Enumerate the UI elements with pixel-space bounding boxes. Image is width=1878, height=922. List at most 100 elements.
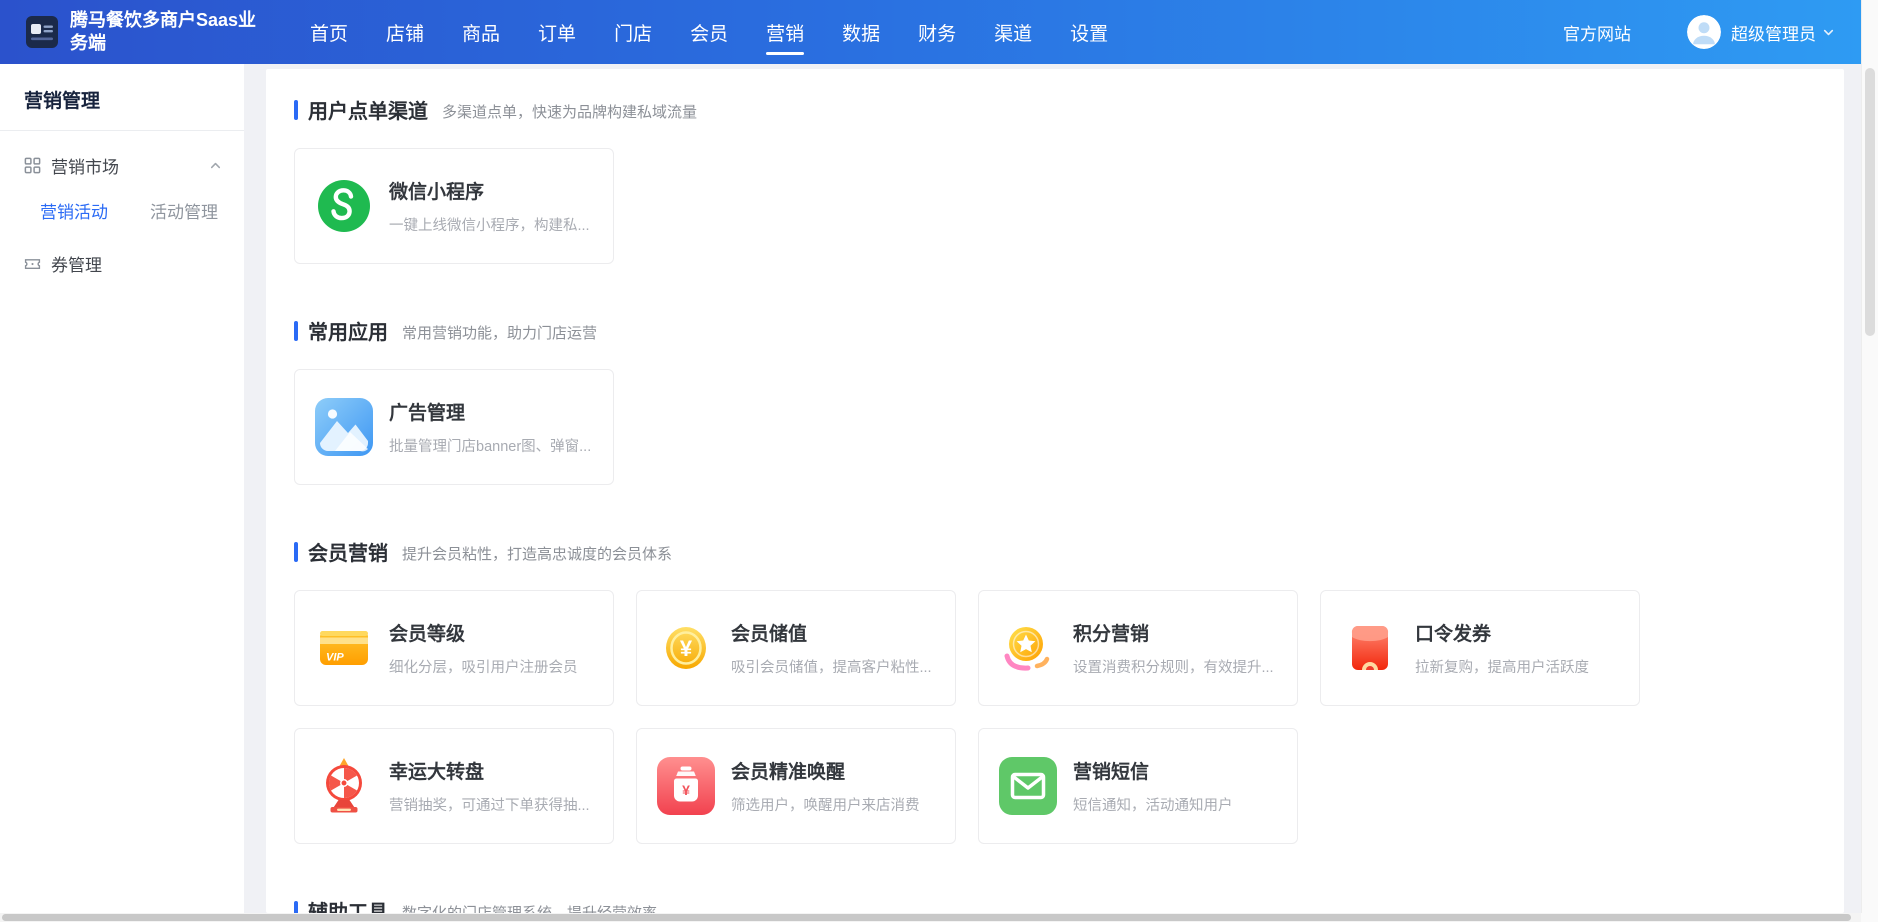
sections: 用户点单渠道多渠道点单，快速为品牌构建私域流量微信小程序一键上线微信小程序，构建… <box>294 95 1816 913</box>
app-card-sms-marketing[interactable]: 营销短信短信通知，活动通知用户 <box>978 728 1298 844</box>
svg-text:VIP: VIP <box>326 652 344 664</box>
app-card-desc: 吸引会员储值，提高客户粘性... <box>731 656 932 677</box>
app-card-text: 会员等级细化分层，吸引用户注册会员 <box>389 619 578 677</box>
app-card-text: 幸运大转盘营销抽奖，可通过下单获得抽... <box>389 757 590 815</box>
app-card-text: 微信小程序一键上线微信小程序，构建私... <box>389 177 590 235</box>
section-order-channel: 用户点单渠道多渠道点单，快速为品牌构建私域流量微信小程序一键上线微信小程序，构建… <box>294 95 1816 264</box>
section-header: 用户点单渠道多渠道点单，快速为品牌构建私域流量 <box>294 95 1816 124</box>
content-panel: 用户点单渠道多渠道点单，快速为品牌构建私域流量微信小程序一键上线微信小程序，构建… <box>266 69 1844 913</box>
app-card-title: 口令发券 <box>1415 619 1589 646</box>
section-header: 辅助工具数字化的门店管理系统，提升经营效率 <box>294 896 1816 913</box>
section-title: 常用应用 <box>308 316 388 345</box>
topbar: 腾马餐饮多商户Saas业务端 首页店铺商品订单门店会员营销数据财务渠道设置 官方… <box>0 0 1861 64</box>
app-card-member-level[interactable]: VIP 会员等级细化分层，吸引用户注册会员 <box>294 590 614 706</box>
ad-management-icon <box>315 398 373 456</box>
sidebar-subitem-activity-management[interactable]: 活动管理 <box>150 198 218 223</box>
app-card-title: 微信小程序 <box>389 177 590 204</box>
wechat-mini-program-icon <box>315 177 373 235</box>
sidebar-item-coupon-management[interactable]: 券管理 <box>0 251 244 276</box>
app-card-wechat-mini-program[interactable]: 微信小程序一键上线微信小程序，构建私... <box>294 148 614 264</box>
nav-item-settings[interactable]: 设置 <box>1064 0 1114 64</box>
app-card-desc: 拉新复购，提高用户活跃度 <box>1415 656 1589 677</box>
app-card-desc: 一键上线微信小程序，构建私... <box>389 214 590 235</box>
user-menu[interactable]: 超级管理员 <box>1731 20 1816 45</box>
section-member-marketing: 会员营销提升会员粘性，打造高忠诚度的会员体系 VIP 会员等级细化分层，吸引用户注册… <box>294 537 1816 844</box>
app-card-text: 会员精准唤醒筛选用户，唤醒用户来店消费 <box>731 757 920 815</box>
app-logo-icon <box>26 16 58 48</box>
nav-item-data[interactable]: 数据 <box>836 0 886 64</box>
horizontal-scrollbar[interactable] <box>0 913 1861 922</box>
sms-marketing-icon <box>999 757 1057 815</box>
nav-item-finance[interactable]: 财务 <box>912 0 962 64</box>
section-subtitle: 常用营销功能，助力门店运营 <box>402 319 597 343</box>
app-card-points-marketing[interactable]: 积分营销设置消费积分规则，有效提升... <box>978 590 1298 706</box>
app-card-text: 广告管理批量管理门店banner图、弹窗... <box>389 398 591 456</box>
member-level-icon: VIP <box>315 619 373 677</box>
vertical-scrollbar-thumb[interactable] <box>1865 68 1875 336</box>
nav-item-home[interactable]: 首页 <box>304 0 354 64</box>
app-card-title: 幸运大转盘 <box>389 757 590 784</box>
section-subtitle: 提升会员粘性，打造高忠诚度的会员体系 <box>402 540 672 564</box>
app-card-title: 广告管理 <box>389 398 591 425</box>
app-card-lucky-wheel[interactable]: 幸运大转盘营销抽奖，可通过下单获得抽... <box>294 728 614 844</box>
nav-item-marketing[interactable]: 营销 <box>760 0 810 64</box>
app-card-text: 积分营销设置消费积分规则，有效提升... <box>1073 619 1274 677</box>
scrollbar-corner <box>1861 913 1878 922</box>
app-card-desc: 批量管理门店banner图、弹窗... <box>389 435 591 456</box>
section-accent-bar <box>294 321 298 341</box>
card-grid: 广告管理批量管理门店banner图、弹窗... <box>294 369 1816 485</box>
card-grid: VIP 会员等级细化分层，吸引用户注册会员 ¥ 会员储值吸引会员储值，提高客户粘性..… <box>294 590 1816 844</box>
sidebar-item-label: 营销市场 <box>51 153 119 178</box>
section-accent-bar <box>294 901 298 914</box>
app-card-desc: 细化分层，吸引用户注册会员 <box>389 656 578 677</box>
app-card-title: 积分营销 <box>1073 619 1274 646</box>
app-card-title: 会员等级 <box>389 619 578 646</box>
vertical-scrollbar[interactable] <box>1861 0 1878 913</box>
svg-text:¥: ¥ <box>682 782 690 798</box>
member-stored-value-icon: ¥ <box>657 619 715 677</box>
card-grid: 微信小程序一键上线微信小程序，构建私... <box>294 148 1816 264</box>
section-header: 常用应用常用营销功能，助力门店运营 <box>294 316 1816 345</box>
app-card-ad-management[interactable]: 广告管理批量管理门店banner图、弹窗... <box>294 369 614 485</box>
svg-text:¥: ¥ <box>680 636 693 661</box>
sidebar-item-marketing-market[interactable]: 营销市场 <box>0 153 244 178</box>
nav-item-member[interactable]: 会员 <box>684 0 734 64</box>
chevron-down-icon[interactable] <box>1822 26 1835 39</box>
grid-icon <box>24 157 41 174</box>
app-title: 腾马餐饮多商户Saas业务端 <box>70 9 264 56</box>
top-nav: 首页店铺商品订单门店会员营销数据财务渠道设置 <box>304 0 1114 64</box>
nav-item-order[interactable]: 订单 <box>532 0 582 64</box>
chevron-up-icon[interactable] <box>209 159 222 172</box>
section-title: 用户点单渠道 <box>308 95 428 124</box>
member-wakeup-icon: ¥ <box>657 757 715 815</box>
official-website-link[interactable]: 官方网站 <box>1563 20 1631 45</box>
sidebar-subitem-marketing-activity[interactable]: 营销活动 <box>40 198 108 223</box>
horizontal-scrollbar-thumb[interactable] <box>2 914 1851 921</box>
nav-item-goods[interactable]: 商品 <box>456 0 506 64</box>
topbar-right: 官方网站 超级管理员 <box>1563 15 1835 49</box>
app-card-desc: 筛选用户，唤醒用户来店消费 <box>731 794 920 815</box>
section-accent-bar <box>294 100 298 120</box>
app-card-text: 口令发券拉新复购，提高用户活跃度 <box>1415 619 1589 677</box>
page: 腾马餐饮多商户Saas业务端 首页店铺商品订单门店会员营销数据财务渠道设置 官方… <box>0 0 1878 922</box>
app-card-title: 会员精准唤醒 <box>731 757 920 784</box>
app-card-password-coupon[interactable]: 口令发券拉新复购，提高用户活跃度 <box>1320 590 1640 706</box>
app-card-text: 营销短信短信通知，活动通知用户 <box>1073 757 1233 815</box>
app-card-title: 会员储值 <box>731 619 932 646</box>
brand: 腾马餐饮多商户Saas业务端 <box>26 9 264 56</box>
body-row: 营销管理 营销市场营销活动 活动管理券管理 用户点单渠道多渠道点单，快速为品牌构建… <box>0 64 1861 913</box>
sidebar-title: 营销管理 <box>24 90 244 114</box>
lucky-wheel-icon <box>315 757 373 815</box>
nav-item-store[interactable]: 门店 <box>608 0 658 64</box>
app-card-title: 营销短信 <box>1073 757 1233 784</box>
app-card-member-wakeup[interactable]: ¥ 会员精准唤醒筛选用户，唤醒用户来店消费 <box>636 728 956 844</box>
nav-item-shop[interactable]: 店铺 <box>380 0 430 64</box>
sidebar-item-label: 券管理 <box>51 251 102 276</box>
section-title: 会员营销 <box>308 537 388 566</box>
sidebar-submenu: 营销活动 活动管理 <box>0 178 244 223</box>
app-card-member-stored-value[interactable]: ¥ 会员储值吸引会员储值，提高客户粘性... <box>636 590 956 706</box>
avatar[interactable] <box>1687 15 1721 49</box>
password-coupon-icon <box>1341 619 1399 677</box>
nav-item-channel[interactable]: 渠道 <box>988 0 1038 64</box>
app-card-text: 会员储值吸引会员储值，提高客户粘性... <box>731 619 932 677</box>
